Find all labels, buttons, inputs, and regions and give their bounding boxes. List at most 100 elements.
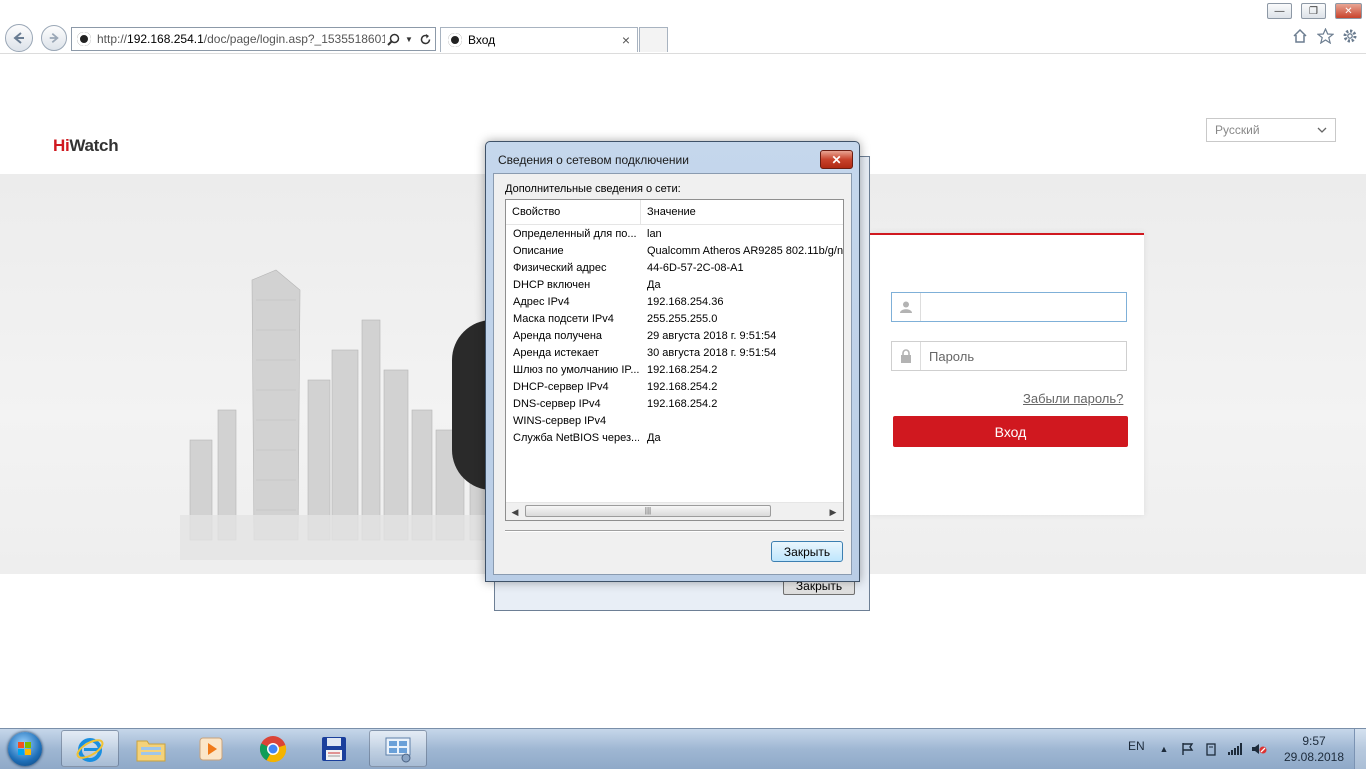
value-cell: 44-6D-57-2C-08-A1 <box>647 262 744 274</box>
floppy-disk-icon <box>322 736 346 761</box>
taskbar-file-explorer[interactable] <box>122 730 180 767</box>
scrollbar-thumb[interactable]: ||| <box>525 505 771 517</box>
minimize-icon: — <box>1274 5 1285 17</box>
list-item[interactable]: Маска подсети IPv4 255.255.255.0 <box>506 311 843 328</box>
language-selected: Русский <box>1215 123 1260 137</box>
tab-title: Вход <box>468 33 496 47</box>
arrow-right-icon <box>49 33 59 43</box>
home-icon[interactable] <box>1292 28 1308 47</box>
property-cell: DHCP-сервер IPv4 <box>513 381 609 393</box>
dialog-separator <box>505 530 844 531</box>
volume-muted-icon[interactable] <box>1251 741 1267 757</box>
list-item[interactable]: DNS-сервер IPv4 192.168.254.2 <box>506 396 843 413</box>
restore-icon: ❐ <box>1309 5 1318 17</box>
dialog-close-x-button[interactable]: ✕ <box>820 150 853 169</box>
list-item[interactable]: DHCP-сервер IPv4 192.168.254.2 <box>506 379 843 396</box>
close-button[interactable]: Закрыть <box>771 541 843 562</box>
property-cell: Адрес IPv4 <box>513 296 570 308</box>
value-cell: Да <box>647 432 661 444</box>
input-language-indicator[interactable]: EN <box>1128 739 1145 753</box>
list-item[interactable]: Аренда истекает 30 августа 2018 г. 9:51:5… <box>506 345 843 362</box>
value-cell: Qualcomm Atheros AR9285 802.11b/g/n <box>647 245 843 257</box>
gear-icon[interactable] <box>1342 28 1358 47</box>
list-item[interactable]: DHCP включен Да <box>506 277 843 294</box>
hiwatch-logo: HiWatch <box>53 136 119 155</box>
new-tab-button[interactable] <box>639 27 668 52</box>
show-desktop-button[interactable] <box>1354 729 1366 769</box>
taskbar-chrome[interactable] <box>244 730 302 767</box>
list-item[interactable]: Аренда получена 29 августа 2018 г. 9:51:5… <box>506 328 843 345</box>
minimize-button[interactable]: — <box>1267 3 1292 19</box>
browser-tab[interactable]: Вход × <box>440 27 638 52</box>
browser-chrome: http://192.168.254.1/doc/page/login.asp?… <box>0 0 1366 54</box>
taskbar-network-app[interactable] <box>369 730 427 767</box>
list-item[interactable]: Адрес IPv4 192.168.254.36 <box>506 294 843 311</box>
windows-logo-icon <box>8 732 42 766</box>
chevron-down-icon <box>1317 127 1327 133</box>
dialog-title: Сведения о сетевом подключении <box>498 153 689 167</box>
language-select[interactable]: Русский <box>1206 118 1336 142</box>
system-clock[interactable]: 9:57 29.08.2018 <box>1278 733 1350 765</box>
forward-button[interactable] <box>41 25 67 51</box>
list-item[interactable]: WINS-сервер IPv4 <box>506 413 843 430</box>
property-cell: WINS-сервер IPv4 <box>513 415 607 427</box>
site-favicon-icon <box>77 32 91 46</box>
start-button[interactable] <box>2 730 48 768</box>
address-bar[interactable]: http://192.168.254.1/doc/page/login.asp?… <box>71 27 436 51</box>
taskbar-media-player[interactable] <box>183 730 241 767</box>
favorites-star-icon[interactable] <box>1316 27 1335 47</box>
tab-favicon-icon <box>448 33 462 47</box>
scroll-left-arrow-icon[interactable]: ◀ <box>508 505 522 519</box>
device-icon[interactable] <box>1203 741 1219 757</box>
scroll-right-arrow-icon[interactable]: ▶ <box>826 505 840 519</box>
column-header-value[interactable]: Значение <box>641 200 843 224</box>
address-url[interactable]: http://192.168.254.1/doc/page/login.asp?… <box>97 32 385 46</box>
arrow-left-icon <box>13 32 24 44</box>
property-cell: Шлюз по умолчанию IP... <box>513 364 639 376</box>
value-cell: 192.168.254.2 <box>647 364 718 376</box>
chevron-down-icon[interactable]: ▼ <box>401 29 417 49</box>
column-header-property[interactable]: Свойство <box>506 200 641 224</box>
horizontal-scrollbar[interactable]: ◀ ||| ▶ <box>506 502 843 520</box>
lock-icon <box>892 342 921 370</box>
username-input[interactable] <box>891 292 1127 322</box>
value-cell: 255.255.255.0 <box>647 313 718 325</box>
list-header: Свойство Значение <box>506 200 843 225</box>
refresh-icon[interactable] <box>417 29 433 49</box>
tray-expand-icon[interactable]: ▲ <box>1156 741 1172 757</box>
search-icon[interactable] <box>385 29 401 49</box>
network-details-dialog: Сведения о сетевом подключении ✕ Дополни… <box>485 141 860 582</box>
property-cell: Служба NetBIOS через... <box>513 432 639 444</box>
taskbar-floppy-app[interactable] <box>305 730 363 767</box>
password-placeholder: Пароль <box>929 348 975 364</box>
list-item[interactable]: Физический адрес 44-6D-57-2C-08-A1 <box>506 260 843 277</box>
network-details-list[interactable]: Свойство Значение Определенный для по...… <box>505 199 844 521</box>
clock-time: 9:57 <box>1302 734 1326 748</box>
wifi-signal-icon[interactable] <box>1227 741 1243 757</box>
property-cell: Определенный для по... <box>513 228 637 240</box>
property-cell: DNS-сервер IPv4 <box>513 398 601 410</box>
window-close-button[interactable]: ✕ <box>1335 3 1362 19</box>
back-button[interactable] <box>5 24 33 52</box>
list-item[interactable]: Определенный для по... lan <box>506 226 843 243</box>
property-cell: Аренда истекает <box>513 347 599 359</box>
login-button[interactable]: Вход <box>893 416 1128 447</box>
chrome-icon <box>259 735 287 762</box>
value-cell: 192.168.254.2 <box>647 398 718 410</box>
value-cell: lan <box>647 228 662 240</box>
taskbar-internet-explorer[interactable] <box>61 730 119 767</box>
restore-button[interactable]: ❐ <box>1301 3 1326 19</box>
action-center-flag-icon[interactable] <box>1180 741 1196 757</box>
list-item[interactable]: Шлюз по умолчанию IP... 192.168.254.2 <box>506 362 843 379</box>
forgot-password-link[interactable]: Забыли пароль? <box>1023 391 1123 406</box>
tab-close-icon[interactable]: × <box>618 32 634 48</box>
value-cell: 29 августа 2018 г. 9:51:54 <box>647 330 777 342</box>
media-player-icon <box>199 737 223 760</box>
close-icon: ✕ <box>1344 5 1353 17</box>
property-cell: DHCP включен <box>513 279 591 291</box>
list-item[interactable]: Описание Qualcomm Atheros AR9285 802.11b/… <box>506 243 843 260</box>
password-input[interactable]: Пароль <box>891 341 1127 371</box>
dialog-body: Дополнительные сведения о сети: Свойство… <box>493 173 852 575</box>
list-item[interactable]: Служба NetBIOS через... Да <box>506 430 843 447</box>
taskbar: EN ▲ 9:57 29.08.2018 <box>0 728 1366 769</box>
